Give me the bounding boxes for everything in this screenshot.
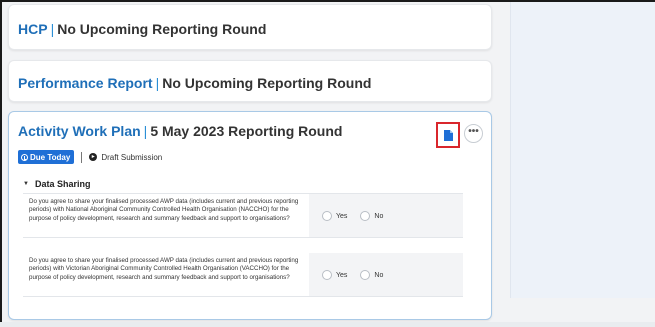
performance-status: No Upcoming Reporting Round: [162, 75, 372, 91]
due-badge-label: Due Today: [30, 152, 71, 162]
more-options-icon: •••: [468, 126, 479, 137]
chevron-down-icon: ▼: [23, 181, 29, 187]
due-today-badge: Due Today: [18, 150, 75, 164]
document-button[interactable]: [436, 122, 460, 148]
arrow-right-circle-icon: ▸: [89, 153, 98, 161]
submission-state: Draft Submission: [101, 152, 163, 162]
option-yes[interactable]: Yes: [322, 211, 347, 221]
activity-work-plan-link[interactable]: Activity Work Plan: [18, 123, 141, 139]
data-sharing-section-toggle[interactable]: ▼ Data Sharing: [23, 179, 90, 189]
title-separator: |: [50, 21, 55, 37]
question-text: Do you agree to share your finalised pro…: [29, 198, 299, 222]
hcp-status: No Upcoming Reporting Round: [57, 21, 267, 37]
performance-report-link[interactable]: Performance Report: [18, 75, 153, 91]
section-title: Data Sharing: [34, 179, 91, 189]
hcp-card: HCP | No Upcoming Reporting Round: [8, 4, 492, 50]
question-row-naccho: Do you agree to share your finalised pro…: [23, 194, 463, 238]
no-label: No: [374, 212, 384, 220]
yes-label: Yes: [336, 212, 348, 220]
activity-work-plan-card: Activity Work Plan | 5 May 2023 Reporting …: [8, 111, 492, 320]
awp-status-row: Due Today ▸ Draft Submission: [18, 150, 162, 164]
performance-card-title: Performance Report | No Upcoming Reporting…: [18, 75, 371, 91]
yes-radio[interactable]: [322, 270, 332, 280]
document-icon: [443, 129, 453, 141]
no-radio[interactable]: [360, 270, 371, 280]
no-radio[interactable]: [360, 211, 371, 221]
clock-icon: [21, 153, 28, 161]
more-options-button[interactable]: •••: [464, 124, 483, 143]
question-row-vaccho: Do you agree to share your finalised pro…: [23, 253, 463, 297]
yes-label: Yes: [336, 271, 348, 279]
title-separator: |: [143, 123, 148, 139]
right-side-panel: [510, 2, 655, 298]
option-no[interactable]: No: [360, 270, 383, 280]
window-left-border: [0, 0, 2, 327]
performance-report-card: Performance Report | No Upcoming Reporting…: [8, 60, 492, 102]
awp-reporting-round: 5 May 2023 Reporting Round: [150, 123, 343, 139]
option-no[interactable]: No: [360, 211, 383, 221]
question-options: Yes No: [309, 253, 463, 296]
no-label: No: [374, 271, 384, 279]
title-separator: |: [155, 75, 160, 91]
hcp-link[interactable]: HCP: [18, 21, 48, 37]
question-text: Do you agree to share your finalised pro…: [29, 257, 299, 281]
page-bottom-strip: [0, 322, 655, 327]
hcp-card-title: HCP | No Upcoming Reporting Round: [18, 21, 266, 37]
option-yes[interactable]: Yes: [322, 270, 347, 280]
question-options: Yes No: [309, 194, 463, 237]
yes-radio[interactable]: [322, 211, 332, 221]
awp-card-title: Activity Work Plan | 5 May 2023 Reporting …: [18, 123, 342, 139]
status-divider: [81, 151, 83, 163]
